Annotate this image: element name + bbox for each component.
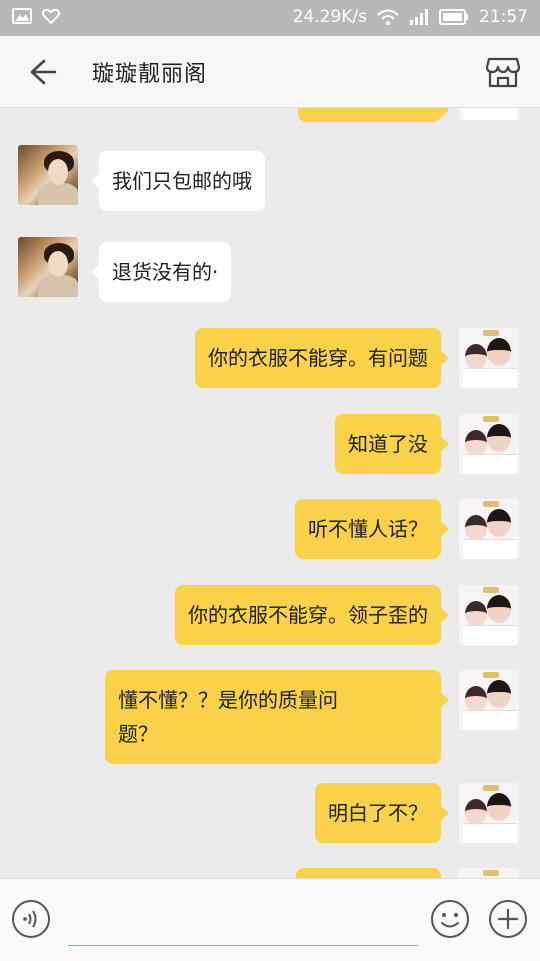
voice-icon [12,900,50,938]
avatar-self[interactable] [459,783,519,843]
avatar-self[interactable] [459,328,519,388]
message-text: 你的衣服不能穿。有问题 [208,346,428,370]
chat-header: 璇璇靓丽阁 [0,36,540,108]
message-bubble-self[interactable]: 懂不懂？？是你的质量问 题？ [105,670,449,764]
avatar-self[interactable] [459,585,519,645]
message-text: 你的衣服不能穿。领子歪的 [188,603,428,627]
avatar-other[interactable] [18,145,78,205]
back-arrow-icon [30,59,57,85]
avatar-other[interactable] [18,237,78,297]
message-text: 我们只包邮的哦 [112,169,252,193]
status-bar: 24.29K/s 21:57 [0,0,540,36]
message-bubble-self[interactable]: 你的衣服不能穿。领子歪的 [175,585,449,645]
message-bubble-self[interactable]: 听不懂人话？ [295,499,449,559]
chat-title: 璇璇靓丽阁 [92,62,208,87]
message-text: 知道了没 [348,432,428,456]
store-icon [485,57,521,88]
plus-icon [489,900,527,938]
message-bubble-other[interactable]: 退货没有的· [90,242,232,302]
message-input[interactable] [68,899,418,946]
message-text-line-1: 懂不懂？？是你的质量问 [118,688,338,712]
heart-notification-icon [42,8,60,24]
message-bubble-self[interactable]: 你的衣服不能穿。有问题 [195,328,449,388]
avatar-self[interactable] [459,670,519,730]
battery-icon [439,9,468,25]
message-text-line-2: 题？ [118,722,158,746]
avatar-self[interactable] [459,108,519,120]
avatar-self[interactable] [459,499,519,559]
voice-button[interactable] [11,899,51,939]
input-bar [0,878,540,961]
shop-button[interactable] [484,53,522,91]
back-button[interactable] [22,56,62,88]
emoji-icon [431,900,469,938]
message-text: 听不懂人话？ [308,517,428,541]
avatar-self[interactable] [459,868,519,878]
clock: 21:57 [479,7,528,27]
message-bubble-self[interactable]: 明白了不？ [315,783,449,843]
message-bubble-other[interactable]: 我们只包邮的哦 [91,151,265,211]
wifi-icon [377,9,399,25]
image-notification-icon [12,8,32,24]
chat-messages[interactable]: 我们只包邮的哦 退货没有的· 你的衣服不能穿。有问题 知道了没 听不懂人话？ 你… [0,108,540,878]
avatar-self[interactable] [459,414,519,474]
more-button[interactable] [488,899,528,939]
network-speed: 24.29K/s [292,7,367,27]
message-bubble-self[interactable]: 知道了没 [335,414,449,474]
message-text: 退货没有的· [112,260,219,284]
message-bubble-self[interactable] [298,108,449,122]
message-bubble-self[interactable] [296,868,441,878]
message-text: 明白了不？ [328,801,428,825]
signal-icon [410,9,428,25]
emoji-button[interactable] [430,899,470,939]
